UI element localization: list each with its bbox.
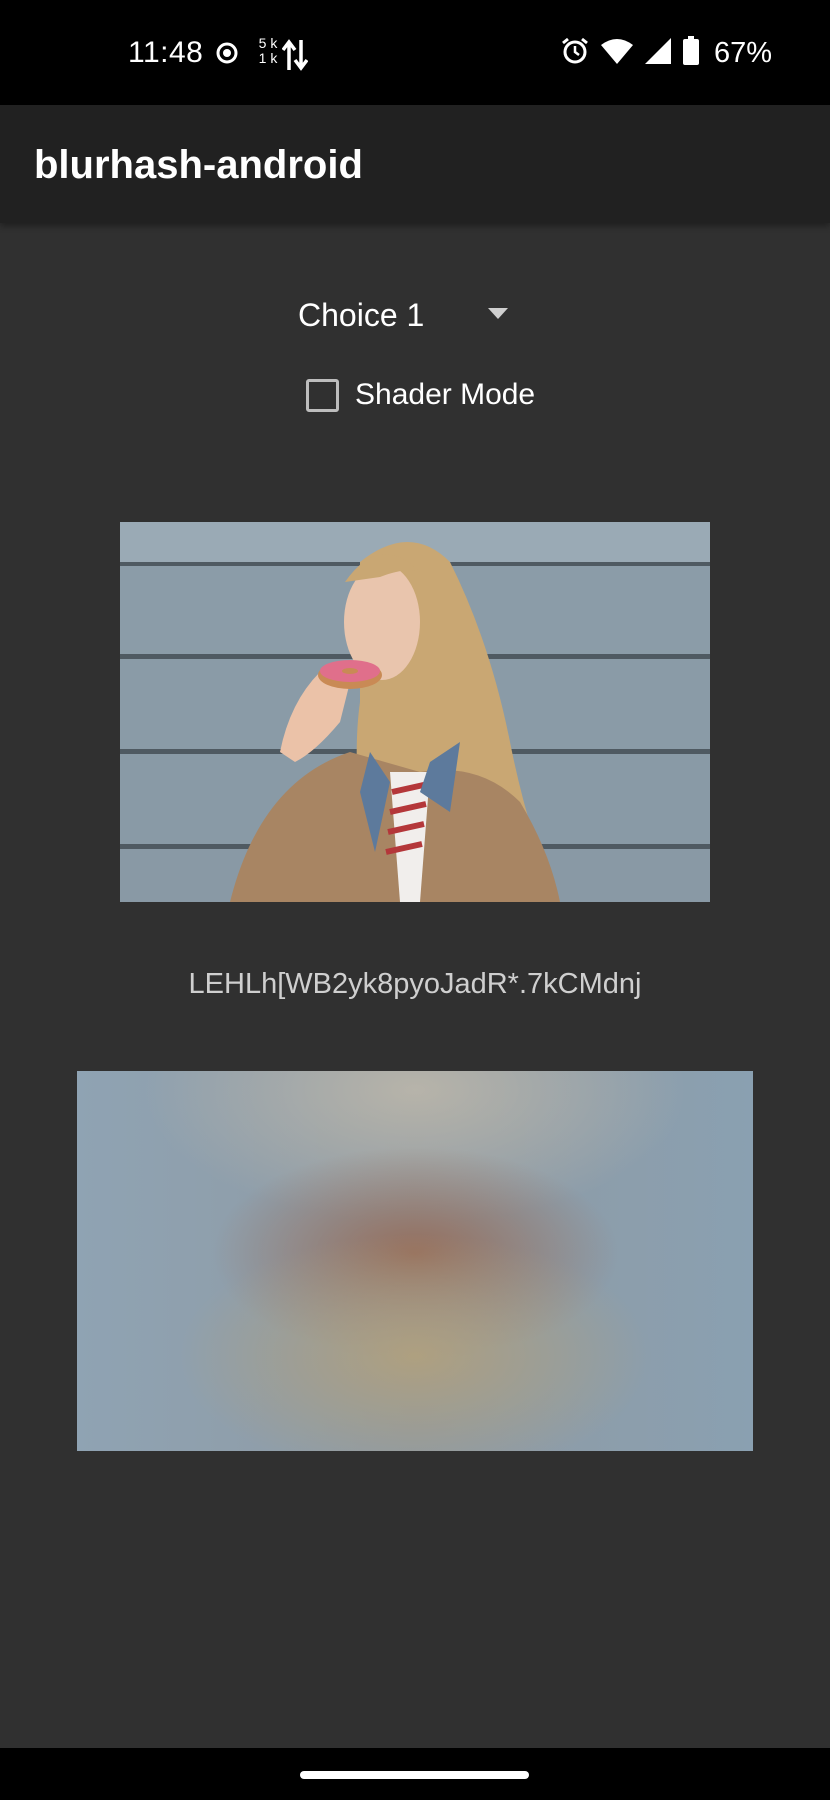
shader-mode-checkbox[interactable] <box>306 378 339 412</box>
blurhash-text: LEHLh[WB2yk8pyoJadR*.7kCMdnj <box>188 968 642 1000</box>
status-right-icons: 67% <box>560 36 772 71</box>
status-time: 11:48 <box>128 36 204 69</box>
dropdown-arrow-icon <box>488 308 508 319</box>
data-transfer-icon <box>281 38 309 77</box>
choice-spinner[interactable]: Choice 1 <box>298 290 518 340</box>
home-gesture-handle[interactable] <box>300 1771 529 1779</box>
app-bar: blurhash-android <box>0 105 830 223</box>
battery-icon <box>682 36 700 71</box>
rate-down-text: 1 k <box>258 50 278 66</box>
cell-signal-icon <box>644 37 672 70</box>
alarm-icon <box>560 36 590 71</box>
navigation-bar <box>0 1748 830 1800</box>
network-rate: 5 k 1 k <box>258 36 278 66</box>
battery-percent: 67% <box>713 37 772 69</box>
spinner-selected-text: Choice 1 <box>298 296 425 333</box>
photo-illustration <box>120 522 710 902</box>
sample-photo <box>120 522 710 902</box>
shader-mode-row[interactable]: Shader Mode <box>306 372 535 418</box>
rate-up-text: 5 k <box>258 35 278 51</box>
status-bar: 11:48 5 k 1 k 67% <box>0 0 830 105</box>
wifi-icon <box>600 37 634 70</box>
blurhash-preview-image <box>77 1071 753 1451</box>
shader-mode-label: Shader Mode <box>355 378 536 411</box>
record-icon <box>214 40 240 71</box>
app-title: blurhash-android <box>34 143 363 187</box>
